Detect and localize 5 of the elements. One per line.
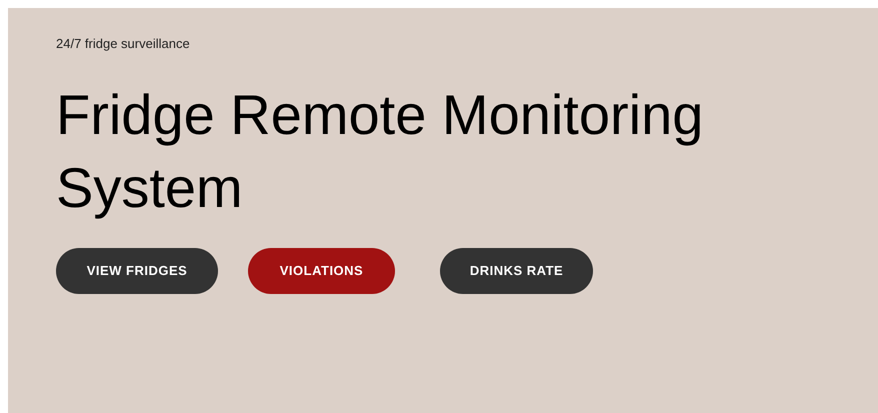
nav-button[interactable]: VIEW FRIDGES xyxy=(56,248,218,294)
page-title: Fridge Remote Monitoring System xyxy=(56,82,704,221)
nav-button[interactable]: DRINKS RATE xyxy=(440,248,593,294)
tagline: 24/7 fridge surveillance xyxy=(56,36,190,52)
nav-button[interactable]: VIOLATIONS xyxy=(248,248,395,294)
